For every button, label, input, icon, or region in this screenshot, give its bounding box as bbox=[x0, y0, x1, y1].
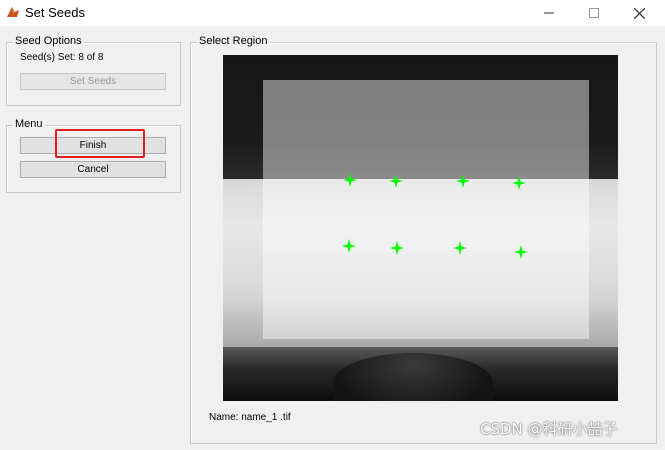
seed-marker[interactable] bbox=[343, 173, 357, 187]
seed-marker[interactable] bbox=[390, 241, 404, 255]
close-button[interactable] bbox=[616, 0, 662, 26]
seed-marker[interactable] bbox=[453, 241, 467, 255]
seed-marker[interactable] bbox=[389, 174, 403, 188]
csdn-watermark: CSDN @科研小喆子 bbox=[480, 420, 618, 438]
select-region-label: Select Region bbox=[197, 35, 270, 47]
finish-highlight-box bbox=[55, 129, 145, 158]
maximize-button[interactable] bbox=[571, 0, 617, 26]
seed-options-label: Seed Options bbox=[13, 35, 84, 47]
menu-label: Menu bbox=[13, 118, 45, 130]
minimize-icon bbox=[544, 12, 554, 14]
selection-region-overlay[interactable] bbox=[263, 80, 589, 339]
seed-count-status: Seed(s) Set: 8 of 8 bbox=[20, 52, 104, 63]
seed-marker[interactable] bbox=[512, 176, 526, 190]
seed-marker[interactable] bbox=[456, 174, 470, 188]
close-icon bbox=[633, 7, 645, 19]
minimize-button[interactable] bbox=[526, 0, 572, 26]
title-bar: Set Seeds bbox=[0, 0, 665, 26]
window-title: Set Seeds bbox=[25, 5, 85, 20]
image-axes[interactable] bbox=[223, 55, 618, 401]
cancel-button[interactable]: Cancel bbox=[20, 161, 166, 178]
set-seeds-button[interactable]: Set Seeds bbox=[20, 73, 166, 90]
seed-marker[interactable] bbox=[514, 245, 528, 259]
seed-marker[interactable] bbox=[342, 239, 356, 253]
maximize-icon bbox=[589, 8, 599, 18]
client-area: Seed Options Seed(s) Set: 8 of 8 Set See… bbox=[0, 26, 665, 450]
image-name-label: Name: name_1 .tif bbox=[209, 412, 291, 423]
matlab-icon bbox=[7, 7, 19, 17]
seed-options-group: Seed Options Seed(s) Set: 8 of 8 Set See… bbox=[6, 35, 181, 106]
